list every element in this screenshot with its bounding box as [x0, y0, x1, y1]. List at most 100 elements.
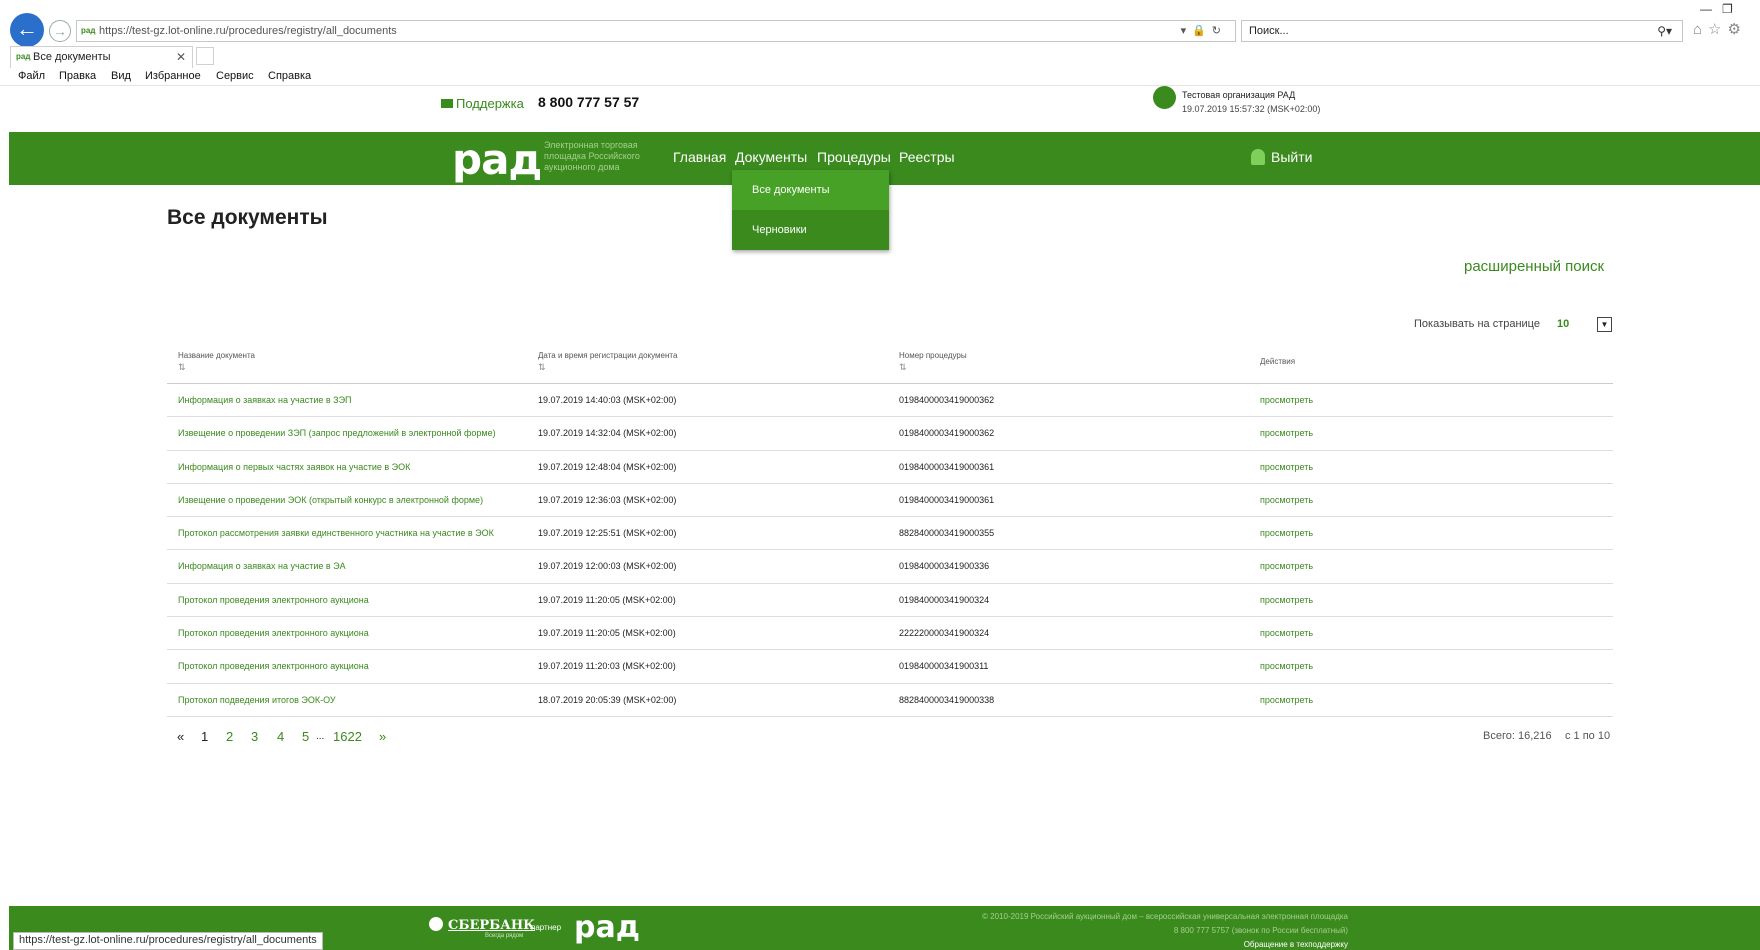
- view-action-link[interactable]: просмотреть: [1260, 428, 1313, 438]
- view-action-link[interactable]: просмотреть: [1260, 661, 1313, 671]
- pagination-last-page[interactable]: 1622: [333, 729, 362, 744]
- nav-procedures[interactable]: Процедуры: [817, 149, 891, 165]
- menu-edit[interactable]: Правка: [59, 70, 96, 82]
- document-name-link[interactable]: Протокол подведения итогов ЭОК-ОУ: [178, 695, 336, 705]
- page-title: Все документы: [167, 206, 328, 229]
- document-name-link[interactable]: Извещение о проведении ЭОК (открытый кон…: [178, 495, 483, 505]
- registration-date: 19.07.2019 11:20:05 (MSK+02:00): [538, 628, 676, 639]
- column-header-actions: Действия: [1260, 357, 1296, 366]
- menu-tools[interactable]: Сервис: [216, 70, 254, 82]
- registration-date: 19.07.2019 11:20:03 (MSK+02:00): [538, 661, 676, 672]
- forward-arrow-icon[interactable]: →: [49, 20, 71, 42]
- document-name-link[interactable]: Протокол проведения электронного аукцион…: [178, 595, 369, 605]
- pagination-prev[interactable]: «: [177, 729, 184, 744]
- dropdown-all-documents[interactable]: Все документы: [732, 170, 889, 210]
- support-link[interactable]: Поддержка: [441, 96, 524, 111]
- column-name-label: Название документа: [178, 351, 255, 360]
- nav-registries[interactable]: Реестры: [899, 149, 955, 165]
- back-arrow-icon[interactable]: ←: [10, 13, 44, 47]
- partner-label: партнер: [531, 923, 562, 932]
- restore-icon[interactable]: ❐: [1722, 2, 1733, 16]
- view-action-link[interactable]: просмотреть: [1260, 595, 1313, 605]
- menu-favorites[interactable]: Избранное: [145, 70, 201, 82]
- tab-favicon-icon: рад: [16, 52, 31, 61]
- footer-support-link[interactable]: Обращение в техподдержку: [1244, 940, 1348, 949]
- minimize-icon[interactable]: —: [1700, 2, 1712, 16]
- registration-date: 19.07.2019 11:20:05 (MSK+02:00): [538, 594, 676, 605]
- procedure-number: 019840000341900311: [899, 661, 989, 672]
- document-name-link[interactable]: Протокол проведения электронного аукцион…: [178, 661, 369, 671]
- registration-date: 19.07.2019 12:36:03 (MSK+02:00): [538, 494, 677, 505]
- procedure-number: 222220000341900324: [899, 628, 990, 639]
- document-name-link[interactable]: Информация о заявках на участие в ЭА: [178, 561, 346, 571]
- organization-name: Тестовая организация РАД: [1182, 90, 1296, 100]
- advanced-search-link[interactable]: расширенный поиск: [1464, 258, 1604, 275]
- column-date-label: Дата и время регистрации документа: [538, 351, 678, 360]
- view-action-link[interactable]: просмотреть: [1260, 628, 1313, 638]
- rad-logo[interactable]: рад: [452, 135, 542, 184]
- registration-date: 19.07.2019 12:00:03 (MSK+02:00): [538, 561, 677, 572]
- registration-date: 18.07.2019 20:05:39 (MSK+02:00): [538, 694, 677, 705]
- search-icon[interactable]: ⚲▾: [1657, 21, 1672, 41]
- per-page-chevron-down-icon[interactable]: ▼: [1597, 317, 1612, 332]
- table-header: Название документа ⇅ Дата и время регистр…: [167, 345, 1613, 384]
- document-name-link[interactable]: Информация о заявках на участие в ЗЭП: [178, 395, 352, 405]
- menu-view[interactable]: Вид: [111, 70, 131, 82]
- table-row: Информация о заявках на участие в ЗЭП 19.…: [167, 384, 1613, 418]
- footer-rad-logo[interactable]: рад: [574, 910, 640, 945]
- document-name-link[interactable]: Информация о первых частях заявок на уча…: [178, 462, 410, 472]
- new-tab-button[interactable]: [196, 47, 214, 65]
- browser-toolbar: ← → рад https://test-gz.lot-online.ru/pr…: [0, 0, 1760, 47]
- site-top-info: Поддержка 8 800 777 57 57 Тестовая орган…: [9, 86, 1760, 132]
- pagination-page-5[interactable]: 5: [302, 729, 309, 744]
- search-input[interactable]: Поиск... ⚲▾: [1241, 20, 1683, 42]
- pagination-page-4[interactable]: 4: [277, 729, 284, 744]
- view-action-link[interactable]: просмотреть: [1260, 528, 1313, 538]
- dropdown-drafts[interactable]: Черновики: [732, 210, 889, 250]
- view-action-link[interactable]: просмотреть: [1260, 462, 1313, 472]
- sort-icon[interactable]: ⇅: [899, 362, 967, 373]
- column-header-number[interactable]: Номер процедуры ⇅: [899, 351, 967, 373]
- close-tab-icon[interactable]: ✕: [176, 47, 186, 67]
- address-bar-icons[interactable]: ▾🔒↻: [1181, 21, 1227, 41]
- table-row: Информация о первых частях заявок на уча…: [167, 451, 1613, 484]
- pagination-page-3[interactable]: 3: [251, 729, 258, 744]
- table-row: Протокол проведения электронного аукцион…: [167, 617, 1613, 651]
- user-icon: [1251, 149, 1265, 165]
- sort-icon[interactable]: ⇅: [178, 362, 255, 373]
- footer-copyright: © 2010-2019 Российский аукционный дом – …: [982, 912, 1348, 921]
- view-action-link[interactable]: просмотреть: [1260, 495, 1313, 505]
- sort-icon[interactable]: ⇅: [538, 362, 677, 373]
- pagination-page-2[interactable]: 2: [226, 729, 233, 744]
- user-avatar-icon: [1153, 86, 1176, 109]
- shown-range: с 1 по 10: [1565, 730, 1611, 742]
- logout-button[interactable]: Выйти: [1251, 149, 1312, 165]
- view-action-link[interactable]: просмотреть: [1260, 695, 1313, 705]
- tab-bar: рад Все документы ✕: [0, 44, 1760, 68]
- nav-home[interactable]: Главная: [673, 149, 726, 165]
- document-name-link[interactable]: Протокол проведения электронного аукцион…: [178, 628, 369, 638]
- column-header-date[interactable]: Дата и время регистрации документа ⇅: [538, 351, 677, 373]
- per-page-value: 10: [1557, 318, 1570, 330]
- address-bar[interactable]: рад https://test-gz.lot-online.ru/proced…: [76, 20, 1236, 42]
- procedure-number: 019840000341900324: [899, 594, 990, 605]
- column-header-name[interactable]: Название документа ⇅: [178, 351, 255, 373]
- toolbar-icons[interactable]: ⌂☆⚙: [1693, 20, 1747, 38]
- envelope-icon: [441, 99, 453, 108]
- registration-date: 19.07.2019 12:48:04 (MSK+02:00): [538, 461, 677, 472]
- per-page-label: Показывать на странице: [1414, 318, 1540, 330]
- procedure-number: 0198400003419000362: [899, 428, 995, 439]
- browser-tab[interactable]: рад Все документы ✕: [10, 46, 193, 68]
- menu-help[interactable]: Справка: [268, 70, 311, 82]
- pagination-next[interactable]: »: [379, 729, 386, 744]
- nav-documents[interactable]: Документы: [735, 149, 807, 165]
- document-name-link[interactable]: Протокол рассмотрения заявки единственно…: [178, 528, 494, 538]
- view-action-link[interactable]: просмотреть: [1260, 561, 1313, 571]
- procedure-number: 0198400003419000362: [899, 395, 995, 405]
- view-action-link[interactable]: просмотреть: [1260, 395, 1313, 405]
- pagination-page-1[interactable]: 1: [201, 729, 208, 744]
- sberbank-logo[interactable]: СБЕРБАНК: [429, 917, 535, 933]
- document-name-link[interactable]: Извещение о проведении ЗЭП (запрос предл…: [178, 428, 496, 438]
- registration-date: 19.07.2019 14:32:04 (MSK+02:00): [538, 428, 677, 439]
- menu-file[interactable]: Файл: [18, 70, 45, 82]
